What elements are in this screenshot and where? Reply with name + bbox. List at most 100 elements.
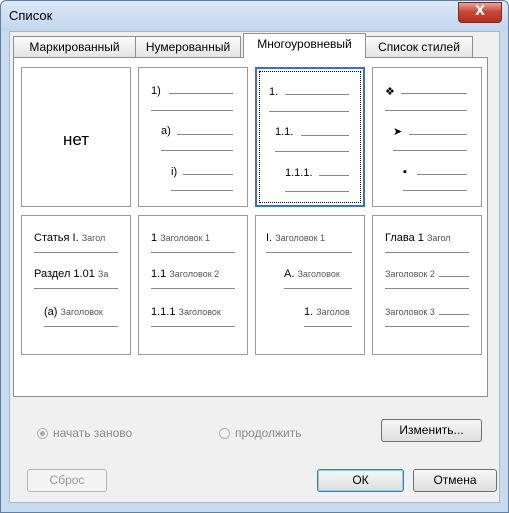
tab-multilevel[interactable]: Многоуровневый: [243, 33, 366, 58]
level-3-marker: i): [171, 166, 178, 178]
modify-button[interactable]: Изменить...: [381, 419, 482, 442]
gallery-cell-paren-numbering[interactable]: 1) a) i): [138, 67, 248, 207]
level-1-heading: Загол: [81, 233, 106, 243]
text-line: [151, 110, 233, 111]
level-2-text: 1.1 Заголовок 2: [151, 268, 219, 280]
text-line: [151, 288, 235, 289]
gallery-cell-none[interactable]: нет: [21, 67, 131, 207]
text-line: [385, 288, 469, 289]
text-line: [44, 326, 118, 327]
level-3-text: 1.1.1 Заголовок: [151, 306, 221, 318]
level-1-heading: Загол: [426, 233, 451, 243]
level-2-number: Раздел 1.01: [34, 268, 95, 280]
level-3-line: [439, 314, 469, 315]
restart-numbering-option[interactable]: начать заново: [37, 426, 132, 440]
text-line: [304, 326, 352, 327]
level-2-line: [409, 134, 467, 135]
text-line: [285, 191, 349, 192]
level-2-heading: Заголовок 2: [169, 269, 220, 279]
level-1-number: Статья I.: [34, 232, 79, 244]
level-3-line: [183, 174, 233, 175]
text-line: [393, 150, 467, 151]
text-line: [385, 252, 469, 253]
level-1-heading: Заголовок 1: [160, 233, 211, 243]
level-3-heading: Заголовок: [178, 307, 221, 317]
level-1-line: [169, 93, 233, 94]
dialog-title: Список: [9, 8, 53, 23]
level-2-marker: 1.1.: [275, 126, 294, 138]
level-1-line: [285, 94, 349, 95]
level-1-marker: 1.: [269, 86, 279, 98]
reset-button[interactable]: Сброс: [27, 469, 107, 492]
level-3-number: 1.1.1: [151, 306, 176, 318]
level-2-heading: Заголовок: [297, 269, 340, 279]
arrow-bullet-icon: ➤: [393, 126, 403, 138]
level-1-text: 1 Заголовок 1: [151, 232, 210, 244]
continue-label: продолжить: [235, 426, 302, 440]
tab-list-styles[interactable]: Список стилей: [365, 36, 473, 57]
level-3-heading: Заголовок: [60, 307, 103, 317]
level-2-marker: a): [161, 125, 171, 137]
restart-radio[interactable]: [37, 427, 48, 439]
reset-button-label: Сброс: [49, 473, 85, 487]
text-line: [269, 111, 349, 112]
cancel-button-label: Отмена: [433, 473, 477, 487]
text-line: [275, 151, 349, 152]
level-2-number: A.: [284, 268, 295, 280]
level-1-number: 1: [151, 232, 158, 244]
continue-radio[interactable]: [219, 427, 230, 439]
text-line: [284, 288, 352, 289]
gallery-cell-article-section[interactable]: Статья I. Загол Раздел 1.01 За (a) Загол…: [21, 215, 131, 355]
ok-button[interactable]: ОК: [317, 469, 404, 492]
level-1-number: I.: [266, 232, 273, 244]
level-2-line: [177, 134, 233, 135]
text-line: [151, 252, 235, 253]
tab-bulleted-label: Маркированный: [29, 40, 120, 54]
level-3-marker: 1.1.1.: [285, 167, 313, 179]
tab-multilevel-label: Многоуровневый: [257, 37, 352, 51]
gallery-cell-roman-heading[interactable]: I. Заголовок 1 A. Заголовок 1. Заголов: [255, 215, 365, 355]
tab-bulleted[interactable]: Маркированный: [13, 36, 136, 57]
text-line: [151, 326, 235, 327]
title-bar[interactable]: Список X: [1, 1, 508, 31]
level-2-number: 1.1: [151, 268, 167, 280]
text-line: [403, 190, 467, 191]
level-2-line: [301, 135, 349, 136]
text-line: [34, 288, 118, 289]
modify-button-label: Изменить...: [399, 423, 464, 437]
level-3-text: Заголовок 3: [385, 306, 435, 318]
level-3-number: (a): [44, 306, 58, 318]
text-line: [34, 252, 118, 253]
gallery-cell-chapter-heading[interactable]: Глава 1 Загол Заголовок 2 Заголовок 3: [372, 215, 482, 355]
level-3-text: (a) Заголовок: [44, 306, 103, 318]
level-3-heading: Заголовок 3: [385, 307, 435, 317]
level-2-text: Заголовок 2: [385, 268, 435, 280]
level-1-number: Глава 1: [385, 232, 424, 244]
level-3-number: 1.: [304, 306, 314, 318]
level-2-text: A. Заголовок: [284, 268, 340, 280]
level-2-line: [439, 276, 469, 277]
level-3-line: [417, 174, 467, 175]
tab-panel: нет 1) a) i) 1. 1.1. 1.1.1. ❖ ➤ ▪ Статья…: [13, 57, 488, 397]
level-1-marker: 1): [151, 85, 161, 97]
cancel-button[interactable]: Отмена: [413, 469, 497, 492]
level-2-heading: За: [97, 269, 109, 279]
text-line: [171, 190, 233, 191]
tab-numbered-label: Нумерованный: [145, 40, 231, 54]
tab-list-styles-label: Список стилей: [378, 40, 460, 54]
gallery-cell-heading-numbered[interactable]: 1 Заголовок 1 1.1 Заголовок 2 1.1.1 Заго…: [138, 215, 248, 355]
restart-label: начать заново: [53, 426, 133, 440]
continue-numbering-option[interactable]: продолжить: [219, 426, 301, 440]
level-3-line: [319, 175, 349, 176]
diamond-bullet-icon: ❖: [385, 86, 395, 98]
gallery-cell-decimal-multilevel[interactable]: 1. 1.1. 1.1.1.: [255, 67, 365, 207]
close-button[interactable]: X: [458, 2, 502, 23]
level-3-text: 1. Заголов: [304, 306, 350, 318]
gallery-cell-symbol-bullets[interactable]: ❖ ➤ ▪: [372, 67, 482, 207]
list-gallery: нет 1) a) i) 1. 1.1. 1.1.1. ❖ ➤ ▪ Статья…: [21, 67, 482, 367]
none-label: нет: [62, 130, 90, 149]
close-icon: X: [474, 4, 486, 19]
level-2-text: Раздел 1.01 За: [34, 268, 108, 280]
tab-numbered[interactable]: Нумерованный: [135, 36, 241, 57]
ok-button-label: ОК: [352, 473, 369, 487]
